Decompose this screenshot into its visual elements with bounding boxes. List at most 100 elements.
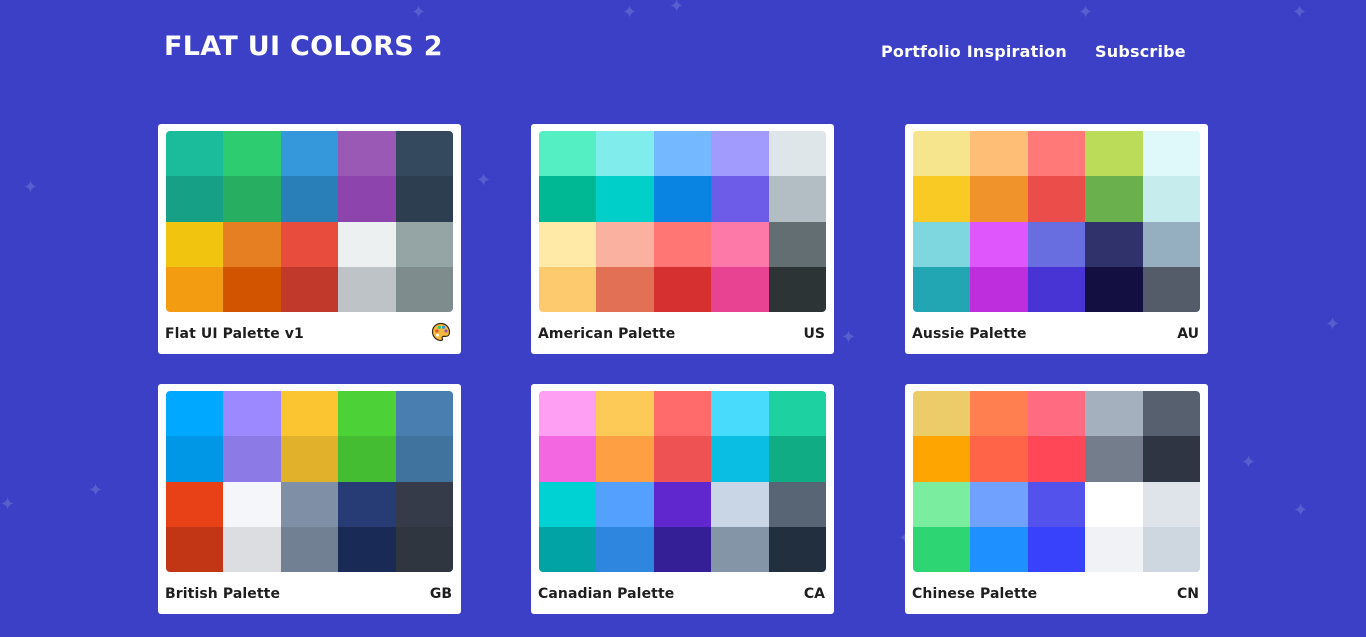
color-swatch	[539, 481, 597, 527]
color-swatch	[768, 526, 826, 572]
color-swatch	[1142, 436, 1200, 482]
color-swatch	[338, 391, 396, 437]
color-swatch	[970, 481, 1028, 527]
color-swatch	[223, 131, 281, 177]
color-swatch	[768, 436, 826, 482]
palette-card-american[interactable]: American Palette US	[531, 124, 834, 354]
color-swatch	[280, 526, 339, 572]
color-swatch	[596, 221, 654, 267]
color-swatch	[1142, 131, 1200, 177]
color-swatch	[395, 391, 453, 437]
color-swatch	[223, 266, 281, 312]
color-swatch	[653, 481, 712, 527]
sparkle-icon: ✦	[1241, 452, 1257, 473]
color-swatch	[653, 131, 712, 177]
color-swatch	[166, 526, 224, 572]
palette-name: Chinese Palette	[912, 586, 1038, 602]
palette-card-flat-ui-v1[interactable]: Flat UI Palette v1	[158, 124, 461, 354]
color-swatch	[1085, 221, 1143, 267]
palette-card-aussie[interactable]: Aussie Palette AU	[905, 124, 1208, 354]
color-swatch	[596, 436, 654, 482]
color-swatch	[223, 436, 281, 482]
swatch-grid	[166, 391, 453, 572]
color-swatch	[913, 526, 971, 572]
color-swatch	[653, 526, 712, 572]
sparkle-icon: ✦	[411, 2, 427, 23]
color-swatch	[1142, 221, 1200, 267]
color-swatch	[913, 391, 971, 437]
sparkle-icon: ✦	[88, 480, 104, 501]
color-swatch	[1085, 436, 1143, 482]
color-swatch	[1142, 526, 1200, 572]
color-swatch	[280, 436, 339, 482]
color-swatch	[223, 526, 281, 572]
site-logo[interactable]: FLAT UI COLORS 2	[164, 31, 443, 62]
color-swatch	[539, 526, 597, 572]
color-swatch	[711, 391, 769, 437]
color-swatch	[1142, 266, 1200, 312]
color-swatch	[913, 131, 971, 177]
color-swatch	[711, 436, 769, 482]
color-swatch	[280, 266, 339, 312]
palette-country-code: AU	[1177, 326, 1199, 342]
color-swatch	[166, 391, 224, 437]
color-swatch	[1027, 221, 1086, 267]
sparkle-icon: ✦	[1293, 500, 1309, 521]
sparkle-icon: ✦	[476, 170, 492, 191]
color-swatch	[280, 176, 339, 222]
color-swatch	[970, 436, 1028, 482]
color-swatch	[913, 481, 971, 527]
color-swatch	[596, 481, 654, 527]
color-swatch	[1027, 481, 1086, 527]
color-swatch	[653, 436, 712, 482]
color-swatch	[970, 526, 1028, 572]
palette-card-chinese[interactable]: Chinese Palette CN	[905, 384, 1208, 614]
color-swatch	[711, 176, 769, 222]
color-swatch	[596, 266, 654, 312]
color-swatch	[970, 391, 1028, 437]
palette-card-british[interactable]: British Palette GB	[158, 384, 461, 614]
color-swatch	[1142, 391, 1200, 437]
color-swatch	[653, 176, 712, 222]
color-swatch	[539, 176, 597, 222]
color-swatch	[768, 391, 826, 437]
color-swatch	[1142, 481, 1200, 527]
palette-country-code: CN	[1177, 586, 1199, 602]
color-swatch	[913, 436, 971, 482]
color-swatch	[395, 176, 453, 222]
color-swatch	[596, 526, 654, 572]
color-swatch	[166, 221, 224, 267]
color-swatch	[970, 131, 1028, 177]
color-swatch	[653, 266, 712, 312]
color-swatch	[768, 131, 826, 177]
palette-card-canadian[interactable]: Canadian Palette CA	[531, 384, 834, 614]
palette-icon	[431, 322, 451, 342]
color-swatch	[338, 221, 396, 267]
color-swatch	[1085, 266, 1143, 312]
color-swatch	[970, 176, 1028, 222]
color-swatch	[913, 266, 971, 312]
palette-country-code: CA	[803, 586, 825, 602]
sparkle-icon: ✦	[622, 2, 638, 23]
palette-name: Aussie Palette	[912, 326, 1027, 342]
nav-portfolio-inspiration[interactable]: Portfolio Inspiration	[881, 42, 1067, 61]
sparkle-icon: ✦	[23, 177, 39, 198]
color-swatch	[653, 221, 712, 267]
color-swatch	[338, 481, 396, 527]
color-swatch	[1085, 481, 1143, 527]
color-swatch	[280, 131, 339, 177]
color-swatch	[711, 526, 769, 572]
color-swatch	[1027, 436, 1086, 482]
color-swatch	[653, 391, 712, 437]
color-swatch	[280, 391, 339, 437]
nav-subscribe[interactable]: Subscribe	[1095, 42, 1186, 61]
color-swatch	[711, 131, 769, 177]
color-swatch	[223, 221, 281, 267]
sparkle-icon: ✦	[1292, 2, 1308, 23]
color-swatch	[539, 266, 597, 312]
color-swatch	[768, 266, 826, 312]
color-swatch	[596, 131, 654, 177]
color-swatch	[596, 391, 654, 437]
color-swatch	[768, 176, 826, 222]
color-swatch	[711, 266, 769, 312]
